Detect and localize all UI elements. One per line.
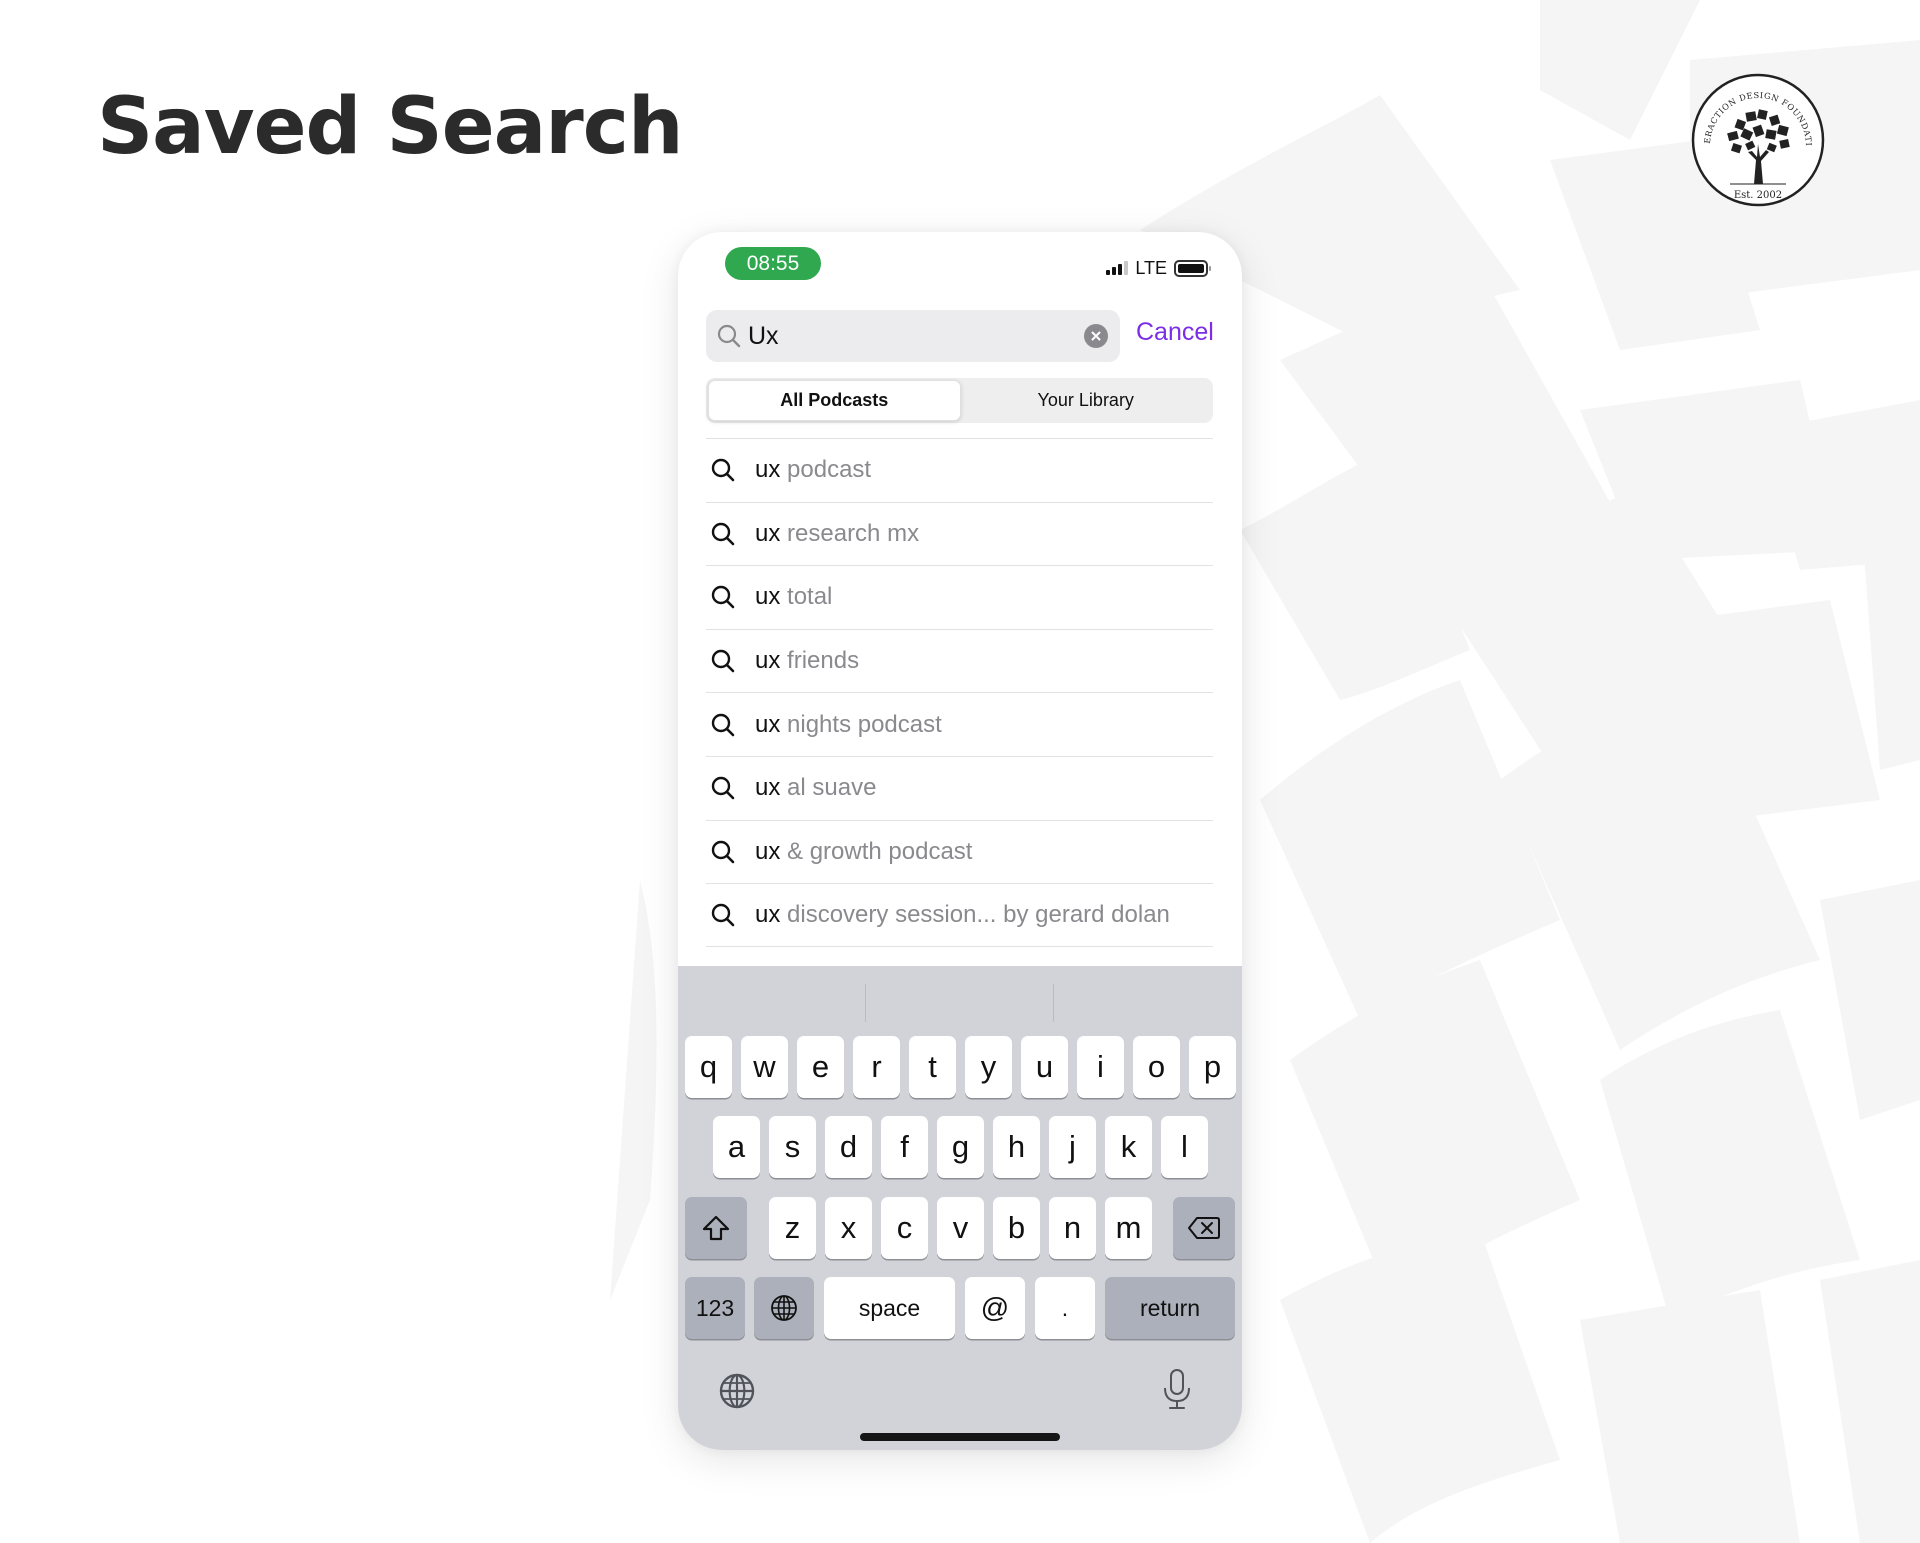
clear-search-button[interactable]	[1084, 324, 1108, 348]
at-key[interactable]: @	[965, 1277, 1025, 1339]
suggestion-item[interactable]: ux podcast	[706, 438, 1213, 502]
key-q[interactable]: q	[685, 1036, 732, 1098]
search-icon	[711, 649, 735, 673]
predictive-bar-divider	[1053, 984, 1054, 1022]
space-key[interactable]: space	[824, 1277, 955, 1339]
suggestion-text: ux al suave	[755, 774, 877, 802]
key-u[interactable]: u	[1021, 1036, 1068, 1098]
shift-icon	[702, 1215, 730, 1241]
key-o[interactable]: o	[1133, 1036, 1180, 1098]
suggestion-text: ux nights podcast	[755, 710, 942, 738]
page-title: Saved Search	[97, 82, 683, 172]
search-icon	[711, 713, 735, 736]
key-j[interactable]: j	[1049, 1116, 1096, 1178]
suggestion-item[interactable]: ux & growth podcast	[706, 819, 1213, 884]
search-icon	[711, 586, 735, 609]
search-icon	[717, 324, 741, 348]
key-s[interactable]: s	[769, 1116, 816, 1178]
key-i[interactable]: i	[1077, 1036, 1124, 1098]
signal-icon	[1106, 261, 1129, 275]
key-k[interactable]: k	[1105, 1116, 1152, 1178]
key-e[interactable]: e	[797, 1036, 844, 1098]
key-b[interactable]: b	[993, 1197, 1040, 1259]
phone-screen: 08:55 LTE Cancel All Podcasts Your Libra…	[678, 232, 1242, 1450]
shift-key[interactable]	[685, 1197, 747, 1259]
predictive-bar-divider	[865, 984, 866, 1022]
key-w[interactable]: w	[741, 1036, 788, 1098]
search-icon	[711, 459, 735, 482]
globe-icon	[771, 1295, 797, 1321]
suggestion-text: ux research mx	[755, 519, 920, 547]
key-h[interactable]: h	[993, 1116, 1040, 1178]
search-icon	[711, 840, 735, 864]
key-m[interactable]: m	[1105, 1197, 1152, 1259]
key-p[interactable]: p	[1189, 1036, 1236, 1098]
numbers-key[interactable]: 123	[685, 1277, 745, 1339]
logo-established: Est. 2002	[1734, 190, 1782, 201]
key-l[interactable]: l	[1161, 1116, 1208, 1178]
key-g[interactable]: g	[937, 1116, 984, 1178]
globe-key[interactable]	[754, 1277, 814, 1339]
delete-icon	[1188, 1217, 1220, 1239]
key-y[interactable]: y	[965, 1036, 1012, 1098]
return-key[interactable]: return	[1105, 1277, 1235, 1339]
key-t[interactable]: t	[909, 1036, 956, 1098]
status-time: 08:55	[725, 247, 821, 280]
globe-icon[interactable]	[717, 1371, 757, 1411]
key-v[interactable]: v	[937, 1197, 984, 1259]
key-f[interactable]: f	[881, 1116, 928, 1178]
idf-logo: INTERACTION DESIGN FOUNDATION Est. 2002	[1690, 72, 1825, 207]
key-z[interactable]: z	[769, 1197, 816, 1259]
suggestion-item[interactable]: ux research mx	[706, 501, 1213, 566]
suggestion-item[interactable]: ux nights podcast	[706, 692, 1213, 756]
suggestion-text: ux friends	[755, 647, 860, 675]
tab-your-library[interactable]: Your Library	[961, 380, 1212, 421]
battery-icon	[1174, 259, 1211, 277]
search-icon	[711, 903, 735, 927]
suggestion-text: ux discovery session... by gerard dolan	[755, 900, 1170, 928]
keyboard: q w e r t y u i o p a s d f g h j k l z …	[678, 966, 1242, 1450]
cancel-button[interactable]: Cancel	[1136, 318, 1214, 347]
network-type: LTE	[1135, 257, 1167, 278]
home-indicator[interactable]	[860, 1433, 1060, 1441]
suggestion-list: ux podcast ux research mx ux total ux fr…	[706, 438, 1213, 947]
suggestion-text: ux & growth podcast	[755, 837, 973, 865]
suggestion-item[interactable]: ux friends	[706, 628, 1213, 693]
status-indicators: LTE	[1106, 257, 1211, 278]
search-icon	[711, 777, 735, 800]
suggestion-item[interactable]: ux total	[706, 565, 1213, 629]
scope-segmented-control: All Podcasts Your Library	[706, 378, 1213, 423]
key-r[interactable]: r	[853, 1036, 900, 1098]
key-x[interactable]: x	[825, 1197, 872, 1259]
suggestion-text: ux total	[755, 583, 833, 611]
key-d[interactable]: d	[825, 1116, 872, 1178]
microphone-icon[interactable]	[1162, 1368, 1192, 1412]
period-key[interactable]: .	[1035, 1277, 1095, 1339]
suggestion-item[interactable]: ux discovery session... by gerard dolan	[706, 883, 1213, 947]
search-icon	[711, 522, 735, 546]
suggestion-item[interactable]: ux al suave	[706, 755, 1213, 820]
key-a[interactable]: a	[713, 1116, 760, 1178]
key-c[interactable]: c	[881, 1197, 928, 1259]
delete-key[interactable]	[1173, 1197, 1235, 1259]
key-n[interactable]: n	[1049, 1197, 1096, 1259]
clear-icon	[1091, 331, 1101, 341]
tab-all-podcasts[interactable]: All Podcasts	[708, 380, 961, 421]
search-field[interactable]	[706, 310, 1120, 362]
suggestion-text: ux podcast	[755, 456, 872, 484]
search-input[interactable]	[748, 310, 1084, 362]
